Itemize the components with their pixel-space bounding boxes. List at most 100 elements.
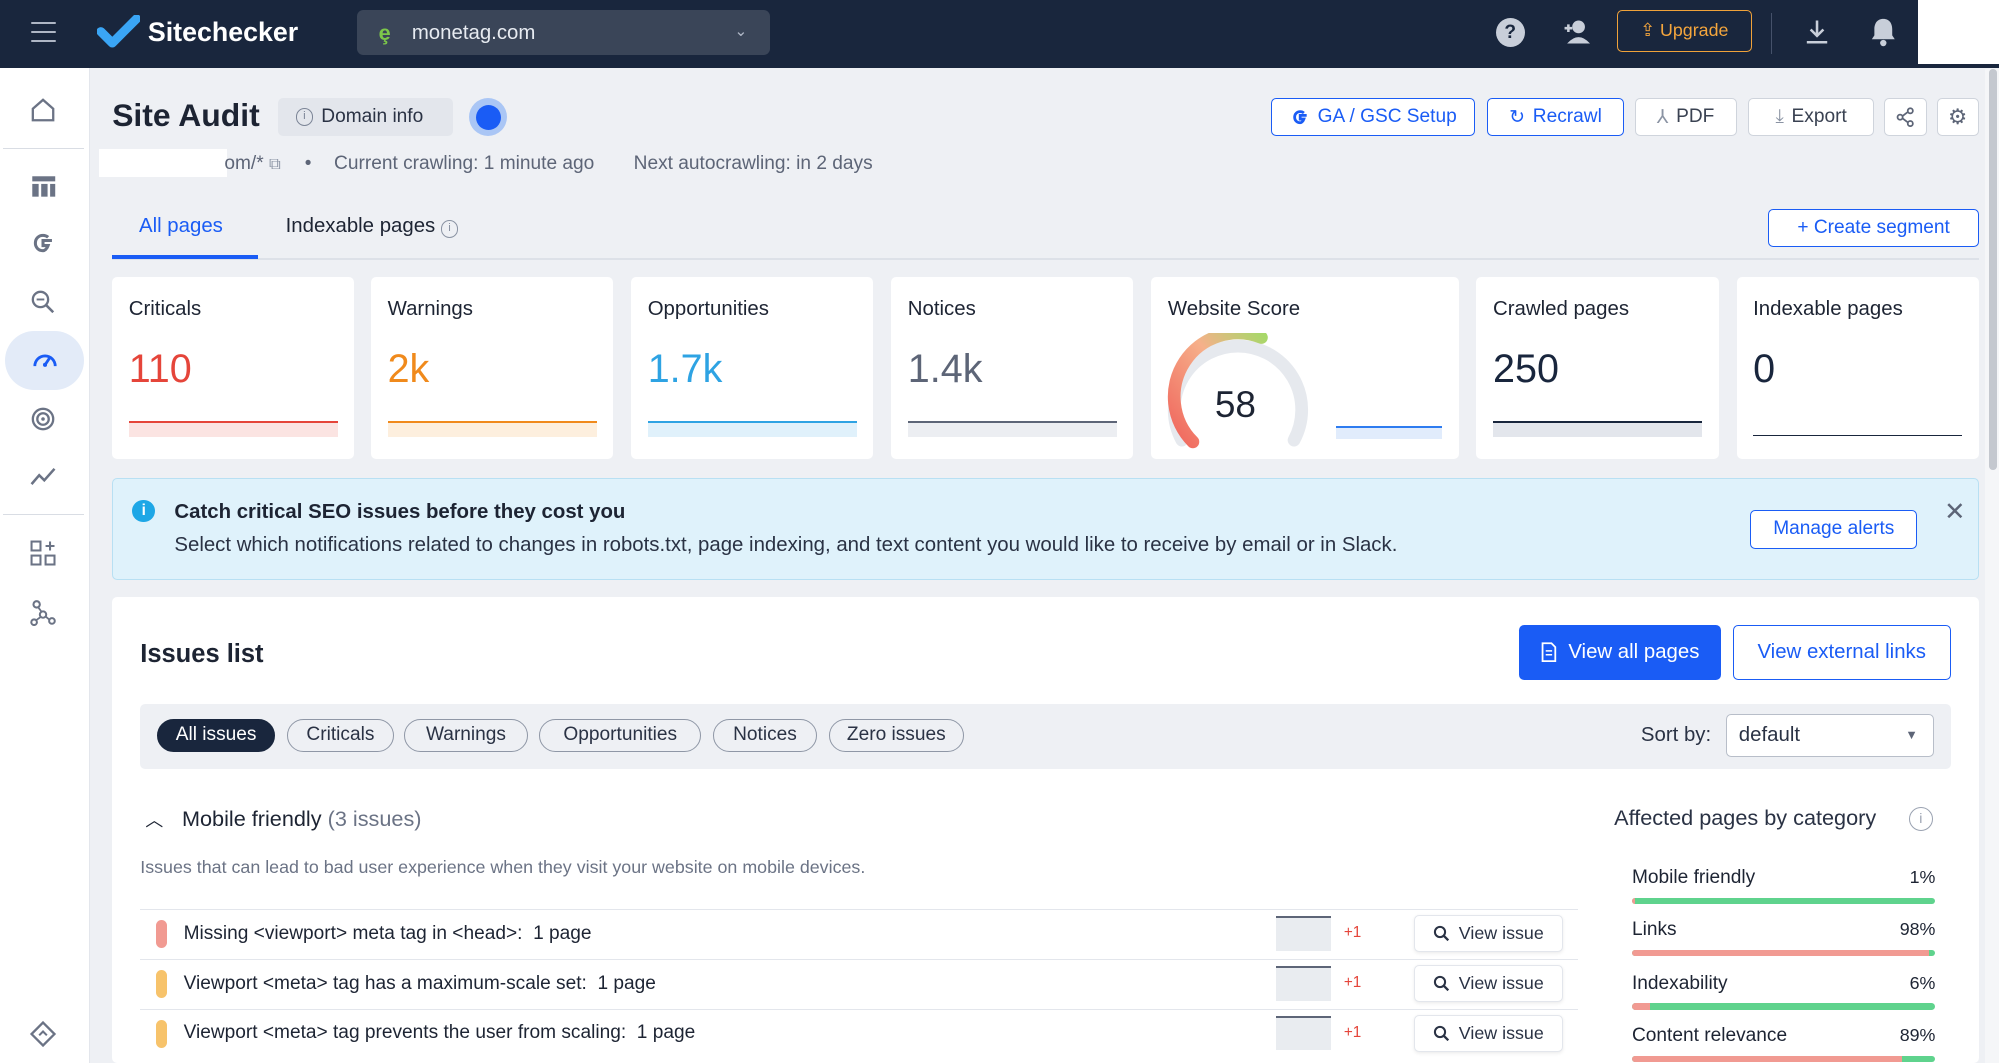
warnings-card[interactable]: Warnings 2k [371, 276, 614, 459]
sidebar [0, 67, 91, 1063]
website-score-card[interactable]: Website Score 58 [1151, 276, 1459, 459]
google-icon [1292, 110, 1307, 125]
issue-text: Viewport <meta> tag prevents the user fr… [184, 1022, 696, 1044]
manage-alerts-button[interactable]: Manage alerts [1750, 509, 1918, 550]
tab-all-pages[interactable]: All pages [139, 215, 223, 238]
top-bar: Sitechecker ȩ monetag.com ⌄ ? ⇪ Upgrade [0, 0, 1999, 68]
recrawl-label: Recrawl [1532, 106, 1602, 128]
filter-opportunities[interactable]: Opportunities [539, 719, 702, 753]
user-area[interactable] [1917, 0, 1999, 64]
card-title: Warnings [387, 298, 473, 321]
card-sparkline-area [907, 423, 1117, 438]
issue-row[interactable]: Viewport <meta> tag prevents the user fr… [140, 1008, 1579, 1058]
download-icon[interactable] [1803, 18, 1831, 52]
issue-delta: +1 [1343, 973, 1362, 991]
settings-button[interactable]: ⚙ [1936, 98, 1979, 137]
logo-text[interactable]: Sitechecker [148, 17, 298, 48]
issue-title: Viewport <meta> tag has a maximum-scale … [183, 972, 587, 994]
affected-progress-bar [1631, 949, 1936, 957]
domain-selector[interactable]: ȩ monetag.com ⌄ [357, 10, 771, 55]
category-header[interactable]: ︿ Mobile friendly (3 issues) [145, 806, 421, 832]
issue-text: Missing <viewport> meta tag in <head>: 1… [184, 923, 592, 945]
notifications-bell-icon[interactable] [1868, 15, 1899, 54]
pdf-button[interactable]: ⅄ PDF [1634, 98, 1737, 137]
redacted-url [99, 149, 227, 178]
affected-title: Affected pages by category [1614, 804, 1877, 830]
issue-sparkline [1276, 1015, 1332, 1051]
info-icon[interactable]: i [1908, 807, 1933, 832]
bottom-diamond-icon[interactable] [18, 1009, 69, 1060]
card-sparkline-area [387, 423, 597, 438]
tab-indexable-label: Indexable pages [285, 215, 436, 238]
affected-category-percent: 89% [1899, 1025, 1936, 1046]
score-value: 58 [1215, 384, 1256, 425]
next-autocrawling: Next autocrawling: in 2 days [633, 153, 873, 174]
export-button[interactable]: ⤓ Export [1748, 98, 1875, 137]
refresh-icon: ↻ [1509, 107, 1526, 129]
card-value: 2k [387, 346, 430, 391]
recrawl-button[interactable]: ↻ Recrawl [1486, 98, 1625, 137]
bullet-separator: • [304, 153, 312, 174]
hamburger-menu-icon[interactable] [30, 21, 57, 45]
search-icon [1434, 1025, 1450, 1041]
chevron-up-icon: ︿ [145, 809, 164, 830]
apps-icon[interactable] [18, 528, 69, 579]
view-issue-button[interactable]: View issue [1413, 1014, 1564, 1052]
severity-indicator [155, 1019, 167, 1048]
add-user-icon[interactable] [1562, 18, 1595, 52]
site-audit-icon[interactable] [5, 331, 85, 391]
view-issue-button[interactable]: View issue [1413, 915, 1564, 953]
view-issue-label: View issue [1458, 923, 1544, 944]
issue-delta: +1 [1343, 924, 1362, 942]
view-all-pages-button[interactable]: View all pages [1518, 624, 1722, 680]
opportunities-card[interactable]: Opportunities 1.7k [631, 276, 874, 459]
help-icon[interactable]: ? [1495, 17, 1525, 48]
home-icon[interactable] [18, 84, 69, 135]
affected-category-name: Indexability [1631, 972, 1728, 994]
upgrade-button[interactable]: ⇪ Upgrade [1616, 10, 1752, 53]
scrollbar-thumb[interactable] [1988, 68, 1997, 471]
issue-row[interactable]: Viewport <meta> tag has a maximum-scale … [140, 958, 1579, 1008]
export-label: Export [1791, 106, 1847, 128]
filter-zero-issues[interactable]: Zero issues [828, 719, 964, 753]
share-button[interactable] [1884, 98, 1927, 137]
filter-warnings[interactable]: Warnings [404, 719, 528, 753]
document-icon [1541, 642, 1557, 662]
affected-progress-bar [1631, 1055, 1936, 1063]
issue-pages: 1 page [597, 972, 656, 994]
page-scrollbar[interactable] [1985, 68, 1999, 1063]
domain-info-button[interactable]: i Domain info [277, 98, 453, 137]
filter-criticals[interactable]: Criticals [286, 719, 394, 753]
view-issue-button[interactable]: View issue [1413, 964, 1564, 1002]
notices-card[interactable]: Notices 1.4k [891, 276, 1134, 459]
affected-category-name: Mobile friendly [1631, 866, 1756, 888]
affected-category-name: Content relevance [1631, 1025, 1788, 1047]
affected-progress-bar [1631, 897, 1936, 904]
sort-select[interactable]: default ▼ [1726, 713, 1935, 758]
view-external-links-button[interactable]: View external links [1732, 624, 1951, 680]
dashboard-icon[interactable] [18, 161, 69, 212]
tab-indexable-pages[interactable]: Indexable pages i [286, 215, 459, 238]
network-icon[interactable] [18, 586, 69, 637]
download-icon: ⤓ [1775, 106, 1784, 128]
keyword-search-icon[interactable] [18, 277, 69, 328]
indexable-pages-card[interactable]: Indexable pages 0 [1736, 276, 1979, 459]
gear-icon: ⚙ [1948, 104, 1968, 130]
status-dot[interactable] [469, 98, 508, 137]
close-icon[interactable]: ✕ [1944, 497, 1965, 527]
google-icon[interactable] [18, 218, 69, 269]
create-segment-button[interactable]: + Create segment [1768, 209, 1979, 248]
ga-gsc-setup-button[interactable]: GA / GSC Setup [1271, 98, 1476, 137]
analytics-icon[interactable] [18, 451, 69, 502]
issue-row[interactable]: Missing <viewport> meta tag in <head>: 1… [140, 909, 1579, 958]
criticals-card[interactable]: Criticals 110 [112, 276, 355, 459]
filter-notices[interactable]: Notices [712, 719, 818, 753]
site-url-link[interactable]: om/* ⧉ [224, 153, 280, 175]
severity-indicator [155, 969, 167, 999]
rank-tracker-icon[interactable] [18, 394, 69, 445]
crawled-pages-card[interactable]: Crawled pages 250 [1476, 276, 1719, 459]
filter-all-issues[interactable]: All issues [156, 719, 276, 753]
issues-title: Issues list [140, 640, 264, 669]
filter-bar: All issues Criticals Warnings Opportunit… [140, 703, 1951, 769]
domain-favicon-icon: ȩ [378, 20, 391, 46]
